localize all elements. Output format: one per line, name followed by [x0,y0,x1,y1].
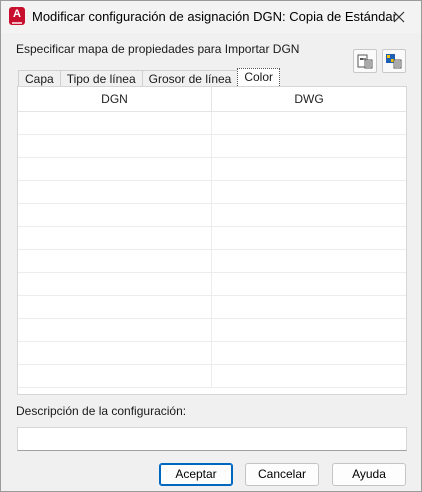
table-cell-dgn[interactable] [18,273,212,295]
table-cell-dwg[interactable] [212,227,406,249]
table-row[interactable] [18,365,406,388]
table-row[interactable] [18,296,406,319]
description-input[interactable] [17,427,407,451]
table-cell-dgn[interactable] [18,250,212,272]
table-cell-dwg[interactable] [212,365,406,387]
table-cell-dgn[interactable] [18,181,212,203]
title-bar[interactable]: A Modificar configuración de asignación … [1,1,421,33]
column-header-dwg[interactable]: DWG [212,87,406,111]
table-row[interactable] [18,158,406,181]
table-cell-dwg[interactable] [212,319,406,341]
column-header-dgn[interactable]: DGN [18,87,212,111]
table-cell-dgn[interactable] [18,365,212,387]
table-cell-dgn[interactable] [18,319,212,341]
dialog-window: A Modificar configuración de asignación … [0,0,422,492]
table-cell-dgn[interactable] [18,342,212,364]
close-icon [393,11,405,23]
table-row[interactable] [18,342,406,365]
table-cell-dgn[interactable] [18,227,212,249]
accept-button[interactable]: Aceptar [159,463,233,486]
export-mapping-button[interactable] [353,49,377,73]
table-row[interactable] [18,181,406,204]
cancel-button[interactable]: Cancelar [245,463,319,486]
table-cell-dwg[interactable] [212,135,406,157]
table-cell-dgn[interactable] [18,112,212,134]
description-label-text: Descripción de la configuración: [16,404,187,418]
import-mapping-icon [386,54,402,69]
property-tabs: Capa Tipo de línea Grosor de línea Color [18,68,281,87]
table-cell-dgn[interactable] [18,135,212,157]
tab-capa[interactable]: Capa [18,70,61,87]
autocad-app-icon: A [9,7,25,25]
export-mapping-icon [357,54,373,69]
window-title: Modificar configuración de asignación DG… [32,9,397,24]
table-row[interactable] [18,204,406,227]
tab-grosor-de-linea[interactable]: Grosor de línea [141,70,239,87]
close-button[interactable] [381,3,417,31]
mapping-header-label: Especificar mapa de propiedades para Imp… [16,42,300,56]
table-row[interactable] [18,319,406,342]
tab-tipo-de-linea[interactable]: Tipo de línea [59,70,143,87]
table-cell-dwg[interactable] [212,342,406,364]
table-cell-dgn[interactable] [18,296,212,318]
table-cell-dgn[interactable] [18,158,212,180]
table-cell-dwg[interactable] [212,181,406,203]
table-row[interactable] [18,135,406,158]
table-row[interactable] [18,273,406,296]
table-header: DGN DWG [18,87,406,112]
table-cell-dwg[interactable] [212,112,406,134]
app-icon-letter: A [13,8,21,20]
table-cell-dwg[interactable] [212,296,406,318]
help-button[interactable]: Ayuda [332,463,406,486]
table-cell-dwg[interactable] [212,158,406,180]
table-cell-dwg[interactable] [212,250,406,272]
table-cell-dwg[interactable] [212,204,406,226]
import-mapping-button[interactable] [382,49,406,73]
mapping-table[interactable]: DGN DWG [17,86,407,395]
table-row[interactable] [18,250,406,273]
tab-color[interactable]: Color [237,68,281,86]
table-cell-dwg[interactable] [212,273,406,295]
table-cell-dgn[interactable] [18,204,212,226]
table-body [18,112,406,388]
table-row[interactable] [18,112,406,135]
description-label: Descripción de la configuración: [16,404,186,418]
table-row[interactable] [18,227,406,250]
